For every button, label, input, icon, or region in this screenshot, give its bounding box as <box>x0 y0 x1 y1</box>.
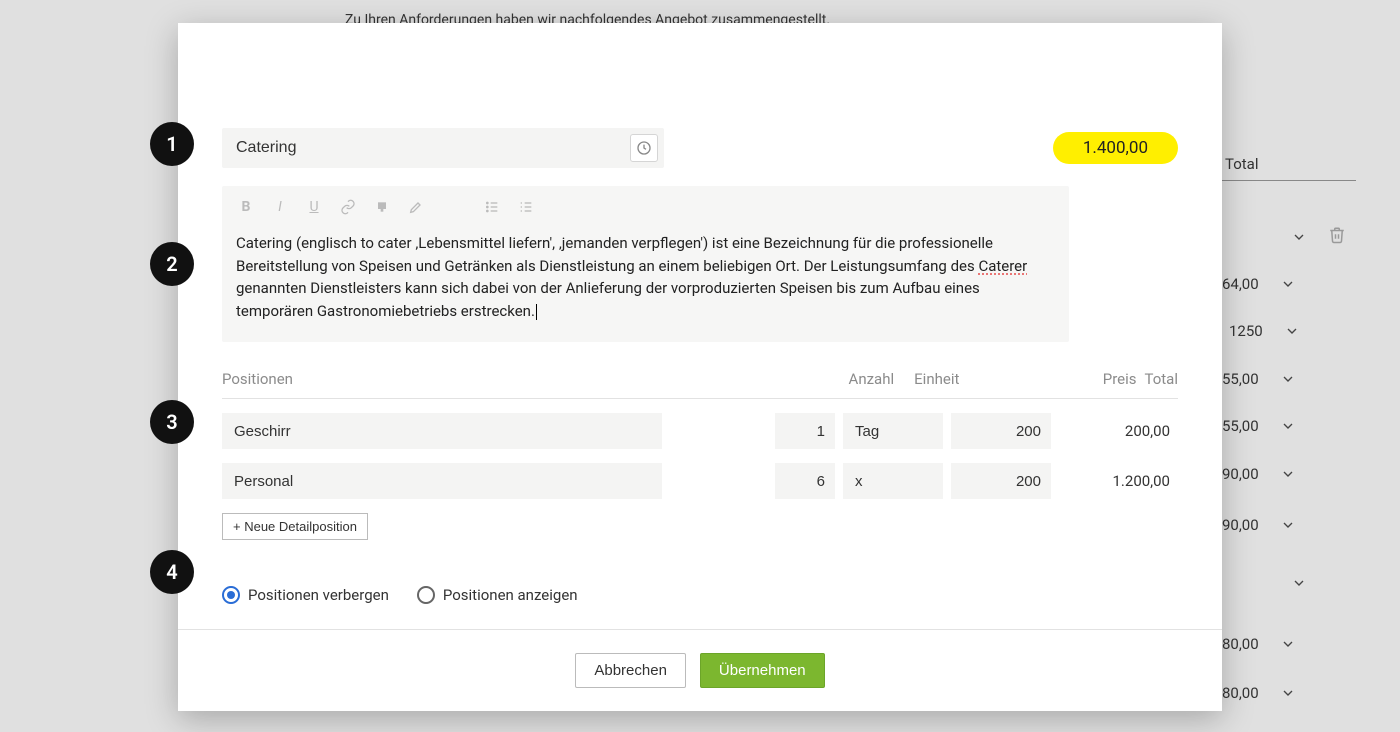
desc-spellword: Caterer <box>978 257 1027 275</box>
chevron-down-icon[interactable] <box>1277 463 1299 485</box>
chevron-down-icon[interactable] <box>1277 415 1299 437</box>
modal-body: 1.400,00 B I U Catering (englisch to cat… <box>178 23 1222 629</box>
callout-badge-2: 2 <box>150 242 194 286</box>
positions-header: Positionen Anzahl Einheit Preis Total <box>222 370 1178 399</box>
chevron-down-icon[interactable] <box>1288 572 1310 594</box>
grand-total-pill: 1.400,00 <box>1053 132 1178 164</box>
desc-text-2: genannten Dienstleisters kann sich dabei… <box>236 279 980 320</box>
callout-badge-1: 1 <box>150 122 194 166</box>
col-qty-label: Anzahl <box>782 370 906 388</box>
position-price-input[interactable] <box>951 413 1051 449</box>
background-row: 55,00 <box>1222 368 1299 390</box>
col-positions-label: Positionen <box>222 370 622 388</box>
background-amount: 90,00 <box>1222 516 1259 534</box>
text-cursor <box>536 304 537 320</box>
position-qty-input[interactable] <box>775 463 835 499</box>
clock-icon <box>636 140 652 156</box>
background-amount: 80,00 <box>1222 635 1259 653</box>
col-price-label: Preis <box>1002 370 1145 388</box>
modal-footer: Abbrechen Übernehmen <box>178 629 1222 711</box>
chevron-down-icon[interactable] <box>1288 226 1310 248</box>
bullet-list-button[interactable] <box>478 193 506 221</box>
background-row: 80,00 <box>1222 682 1299 704</box>
position-unit-input[interactable] <box>843 463 943 499</box>
background-row: 64,00 <box>1222 273 1299 295</box>
description-content[interactable]: Catering (englisch to cater ‚Lebensmitte… <box>222 228 1069 342</box>
col-unit-label: Einheit <box>906 370 1001 388</box>
radio-show-label: Positionen anzeigen <box>443 586 578 604</box>
history-button[interactable] <box>630 134 658 162</box>
position-unit-input[interactable] <box>843 413 943 449</box>
background-amount: 1250 <box>1229 322 1263 340</box>
chevron-down-icon[interactable] <box>1277 273 1299 295</box>
radio-hide-positions[interactable]: Positionen verbergen <box>222 586 389 604</box>
background-amount: 64,00 <box>1222 275 1259 293</box>
position-row: 1.200,00 <box>222 463 1178 499</box>
description-editor: B I U Catering (englisch to cater ‚Leben… <box>222 186 1069 342</box>
positions-section: Positionen Anzahl Einheit Preis Total 20… <box>222 370 1178 540</box>
background-row: 55,00 <box>1222 415 1299 437</box>
background-row: 90,00 <box>1222 514 1299 536</box>
callout-badge-3: 3 <box>150 400 194 444</box>
background-row <box>1288 572 1310 594</box>
position-row-total: 200,00 <box>1051 422 1178 440</box>
visibility-radio-group: Positionen verbergen Positionen anzeigen <box>222 586 1178 604</box>
position-price-input[interactable] <box>951 463 1051 499</box>
chevron-down-icon[interactable] <box>1277 682 1299 704</box>
callout-badge-4: 4 <box>150 550 194 594</box>
position-row-total: 1.200,00 <box>1051 472 1178 490</box>
background-row: 1250 <box>1229 320 1303 342</box>
submit-button[interactable]: Übernehmen <box>700 653 825 688</box>
position-row: 200,00 <box>222 413 1178 449</box>
chevron-down-icon[interactable] <box>1277 633 1299 655</box>
title-input[interactable] <box>236 139 630 157</box>
background-amount: 80,00 <box>1222 684 1259 702</box>
background-amount: 55,00 <box>1222 370 1259 388</box>
background-row <box>1288 226 1350 248</box>
background-row: 80,00 <box>1222 633 1299 655</box>
trash-icon[interactable] <box>1328 226 1350 248</box>
link-button[interactable] <box>334 193 362 221</box>
background-amount: 55,00 <box>1222 417 1259 435</box>
highlight-button[interactable] <box>402 193 430 221</box>
title-row: 1.400,00 <box>222 128 1178 168</box>
numbered-list-button[interactable] <box>512 193 540 221</box>
editor-toolbar: B I U <box>222 186 1069 228</box>
background-total-label: Total <box>1225 155 1259 173</box>
italic-button[interactable]: I <box>266 193 294 221</box>
position-qty-input[interactable] <box>775 413 835 449</box>
chevron-down-icon[interactable] <box>1281 320 1303 342</box>
radio-checked-icon <box>222 586 240 604</box>
background-row: 90,00 <box>1222 463 1299 485</box>
edit-position-modal: 1.400,00 B I U Catering (englisch to cat… <box>178 23 1222 711</box>
add-detail-position-button[interactable]: + Neue Detailposition <box>222 513 368 540</box>
radio-unchecked-icon <box>417 586 435 604</box>
chevron-down-icon[interactable] <box>1277 368 1299 390</box>
background-amount: 90,00 <box>1222 465 1259 483</box>
desc-text-1: Catering (englisch to cater ‚Lebensmitte… <box>236 234 993 275</box>
chevron-down-icon[interactable] <box>1277 514 1299 536</box>
cancel-button[interactable]: Abbrechen <box>575 653 686 688</box>
col-total-label: Total <box>1145 370 1179 388</box>
position-name-input[interactable] <box>222 413 662 449</box>
title-input-wrap <box>222 128 664 168</box>
block-button[interactable] <box>368 193 396 221</box>
underline-button[interactable]: U <box>300 193 328 221</box>
radio-hide-label: Positionen verbergen <box>248 586 389 604</box>
bold-button[interactable]: B <box>232 193 260 221</box>
position-name-input[interactable] <box>222 463 662 499</box>
radio-show-positions[interactable]: Positionen anzeigen <box>417 586 578 604</box>
